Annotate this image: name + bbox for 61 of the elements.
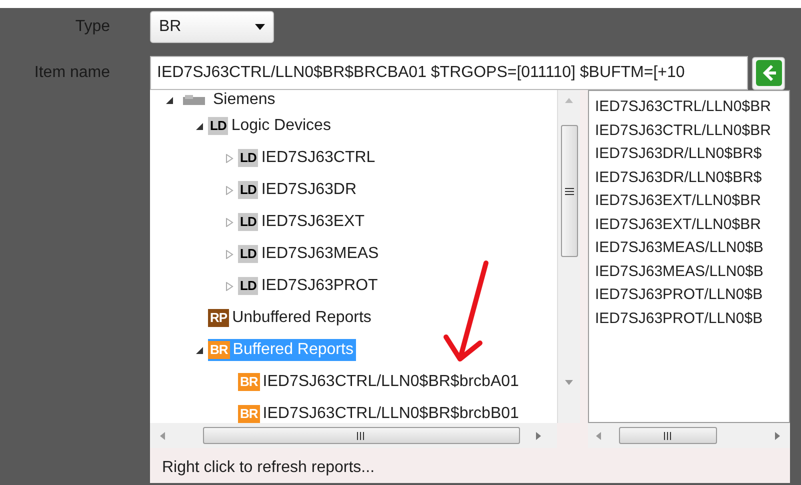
tree-item[interactable]: LD IED7SJ63PROT xyxy=(238,275,381,297)
report-item[interactable]: IED7SJ63PROT/LLN0$B xyxy=(595,306,789,330)
caret-icon xyxy=(255,24,265,30)
type-badge: LD xyxy=(238,277,258,295)
grip-icon xyxy=(664,432,672,440)
type-badge: LD xyxy=(238,245,258,263)
scroll-up-icon xyxy=(565,98,573,103)
type-badge: LD xyxy=(208,117,228,135)
report-item[interactable]: IED7SJ63EXT/LLN0$BR xyxy=(595,189,789,212)
grip-icon xyxy=(357,432,366,440)
arrow-button[interactable] xyxy=(752,56,785,90)
scroll-thumb[interactable] xyxy=(619,427,717,444)
report-item[interactable]: IED7SJ63MEAS/LLN0$B xyxy=(595,236,789,260)
scroll-thumb[interactable] xyxy=(203,427,520,444)
expand-icon[interactable] xyxy=(224,218,234,226)
arrow-left-icon xyxy=(756,60,782,86)
type-badge: LD xyxy=(238,181,258,199)
horizontal-scrollbar[interactable] xyxy=(588,423,790,448)
type-badge: RP xyxy=(208,309,230,327)
scroll-right-icon xyxy=(536,432,541,440)
collapse-icon[interactable] xyxy=(194,122,204,130)
report-item[interactable]: IED7SJ63DR/LLN0$BR$ xyxy=(595,142,789,166)
scroll-thumb[interactable] xyxy=(560,125,578,257)
vertical-scrollbar[interactable] xyxy=(557,90,580,423)
expand-icon[interactable] xyxy=(224,250,234,258)
tree-item[interactable]: Siemens xyxy=(178,90,278,111)
report-item[interactable]: IED7SJ63CTRL/LLN0$BR xyxy=(595,118,789,142)
grip-icon xyxy=(564,188,574,194)
scroll-right-icon xyxy=(775,432,780,440)
type-badge: BR xyxy=(238,373,260,391)
type-label: Type xyxy=(74,17,111,37)
horizontal-scrollbar[interactable] xyxy=(150,423,557,448)
type-badge: LD xyxy=(238,213,258,231)
report-item[interactable]: IED7SJ63EXT/LLN0$BR xyxy=(595,212,789,236)
type-dropdown[interactable]: BR xyxy=(150,11,274,43)
item-name-field[interactable]: IED7SJ63CTRL/LLN0$BR$BRCBA01 $TRGOPS=[011110] $BUFTM=[+10 xyxy=(150,56,748,90)
tree-item[interactable]: LD IED7SJ63EXT xyxy=(238,211,368,233)
scroll-left-icon xyxy=(596,432,601,440)
report-item[interactable]: IED7SJ63DR/LLN0$BR$ xyxy=(595,166,789,189)
report-item[interactable]: IED7SJ63CTRL/LLN0$BR xyxy=(595,95,789,118)
tree-item[interactable]: BR IED7SJ63CTRL/LLN0$BR$brcbB01 xyxy=(238,403,522,423)
tree-item[interactable]: RP Unbuffered Reports xyxy=(208,307,374,329)
tree-item[interactable]: LD IED7SJ63CTRL xyxy=(238,147,378,169)
expand-icon[interactable] xyxy=(224,186,234,194)
report-item[interactable]: IED7SJ63PROT/LLN0$B xyxy=(595,283,789,306)
tree-item[interactable]: BR IED7SJ63CTRL/LLN0$BR$brcbA01 xyxy=(238,371,522,393)
type-badge: BR xyxy=(208,341,230,359)
tree-item[interactable]: LD IED7SJ63MEAS xyxy=(238,243,382,265)
report-item[interactable]: IED7SJ63MEAS/LLN0$B xyxy=(595,260,789,283)
type-badge: BR xyxy=(238,405,260,423)
expand-icon[interactable] xyxy=(224,154,234,162)
item-name-label: Item name xyxy=(33,63,111,83)
scroll-down-icon xyxy=(565,380,573,385)
scroll-left-icon xyxy=(160,432,165,440)
collapse-icon[interactable] xyxy=(194,346,204,354)
collapse-icon[interactable] xyxy=(164,96,174,104)
tree-item[interactable]: LD Logic Devices xyxy=(208,115,334,137)
tree-item[interactable]: LD IED7SJ63DR xyxy=(238,179,360,201)
expand-icon[interactable] xyxy=(224,282,234,290)
type-badge: LD xyxy=(238,149,258,167)
hint-text: Right click to refresh reports... xyxy=(161,458,376,478)
